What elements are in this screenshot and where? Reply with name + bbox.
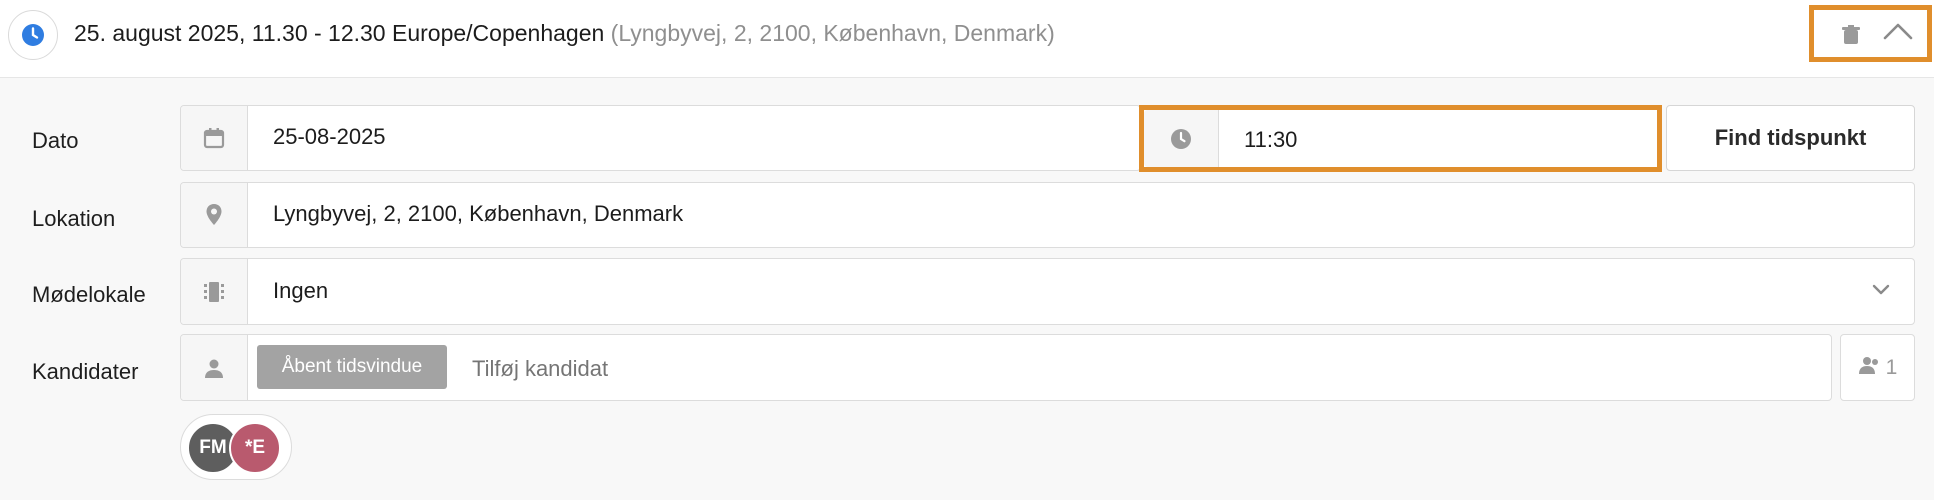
people-icon bbox=[1858, 354, 1882, 382]
date-label: Dato bbox=[32, 128, 79, 153]
candidates-label: Kandidater bbox=[32, 359, 139, 384]
event-header: 25. august 2025, 11.30 - 12.30 Europe/Co… bbox=[0, 0, 1934, 78]
location-label: Lokation bbox=[32, 206, 116, 231]
clock-icon bbox=[8, 10, 58, 60]
chevron-up-icon[interactable] bbox=[1882, 20, 1914, 47]
calendar-icon bbox=[181, 106, 248, 170]
date-field[interactable]: 25-08-2025 bbox=[180, 105, 1141, 171]
open-timeslot-tag[interactable]: Åbent tidsvindue bbox=[257, 345, 447, 389]
avatar[interactable]: *E bbox=[229, 422, 281, 474]
time-field[interactable]: 11:30 bbox=[1139, 105, 1662, 172]
add-candidate-input[interactable] bbox=[472, 356, 1072, 382]
trash-icon[interactable] bbox=[1840, 24, 1862, 51]
meeting-room-icon bbox=[181, 259, 248, 324]
event-summary: 25. august 2025, 11.30 - 12.30 Europe/Co… bbox=[74, 20, 1055, 47]
date-value: 25-08-2025 bbox=[273, 124, 386, 149]
location-value: Lyngbyvej, 2, 2100, København, Denmark bbox=[273, 201, 684, 226]
clock-icon bbox=[1144, 110, 1219, 167]
event-location: (Lyngbyvej, 2, 2100, København, Denmark) bbox=[610, 20, 1055, 46]
room-label: Mødelokale bbox=[32, 282, 146, 307]
time-value: 11:30 bbox=[1244, 127, 1298, 152]
map-pin-icon bbox=[181, 183, 248, 247]
candidate-count: 1 bbox=[1885, 355, 1898, 379]
room-value: Ingen bbox=[273, 278, 329, 303]
location-field[interactable]: Lyngbyvej, 2, 2100, København, Denmark bbox=[180, 182, 1915, 248]
header-actions bbox=[1809, 5, 1932, 62]
person-icon bbox=[181, 335, 248, 400]
find-time-button[interactable]: Find tidspunkt bbox=[1666, 105, 1915, 171]
chevron-down-icon bbox=[1872, 283, 1890, 301]
room-select[interactable]: Ingen bbox=[180, 258, 1915, 325]
event-datetime: 25. august 2025, 11.30 - 12.30 Europe/Co… bbox=[74, 20, 605, 46]
candidate-count-button[interactable]: 1 bbox=[1840, 334, 1915, 401]
attendee-avatars[interactable]: FM *E bbox=[180, 414, 292, 480]
